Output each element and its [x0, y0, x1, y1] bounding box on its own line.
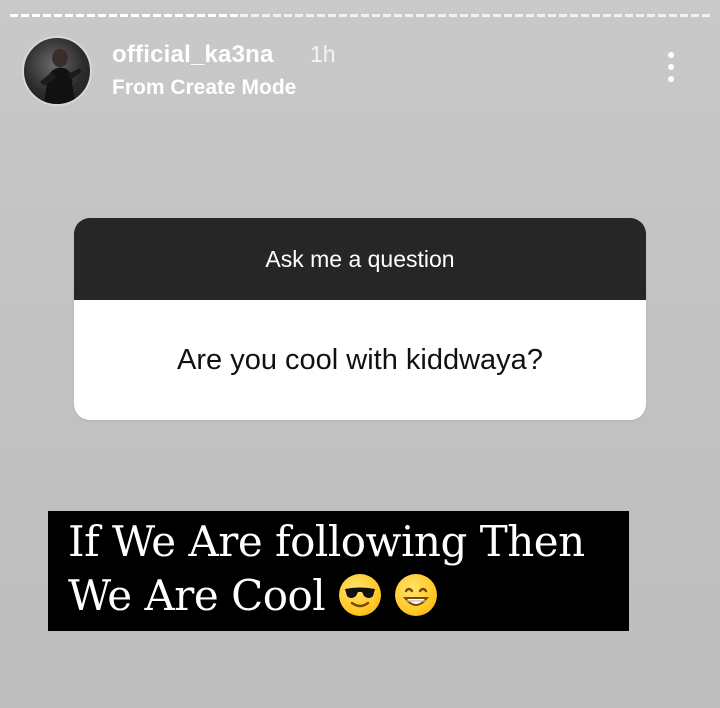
question-text: Are you cool with kiddwaya?	[74, 300, 646, 420]
profile-photo-icon	[40, 49, 82, 104]
question-sticker-title: Ask me a question	[74, 218, 646, 300]
more-vertical-icon[interactable]	[666, 52, 676, 86]
progress-segment-viewed	[10, 14, 238, 17]
question-sticker: Ask me a question Are you cool with kidd…	[74, 218, 646, 420]
beaming-face-icon	[395, 574, 438, 616]
story-source-label: From Create Mode	[112, 76, 297, 99]
post-time: 1h	[310, 41, 336, 67]
username[interactable]: official_ka3na	[112, 41, 274, 69]
caption-line-2: We Are Cool	[68, 571, 438, 620]
smiling-face-with-sunglasses-icon	[339, 574, 382, 616]
caption-line-1-text: If We Are following Then	[68, 517, 585, 566]
caption-line-1: If We Are following Then	[68, 517, 585, 566]
avatar[interactable]	[22, 36, 92, 106]
story-progress-bar	[10, 14, 710, 18]
caption-line-2-text: We Are Cool	[68, 571, 326, 620]
story-header: official_ka3na 1h From Create Mode	[22, 36, 690, 106]
caption-box: If We Are following Then We Are Cool	[48, 511, 629, 631]
progress-segment-remaining	[240, 14, 710, 17]
